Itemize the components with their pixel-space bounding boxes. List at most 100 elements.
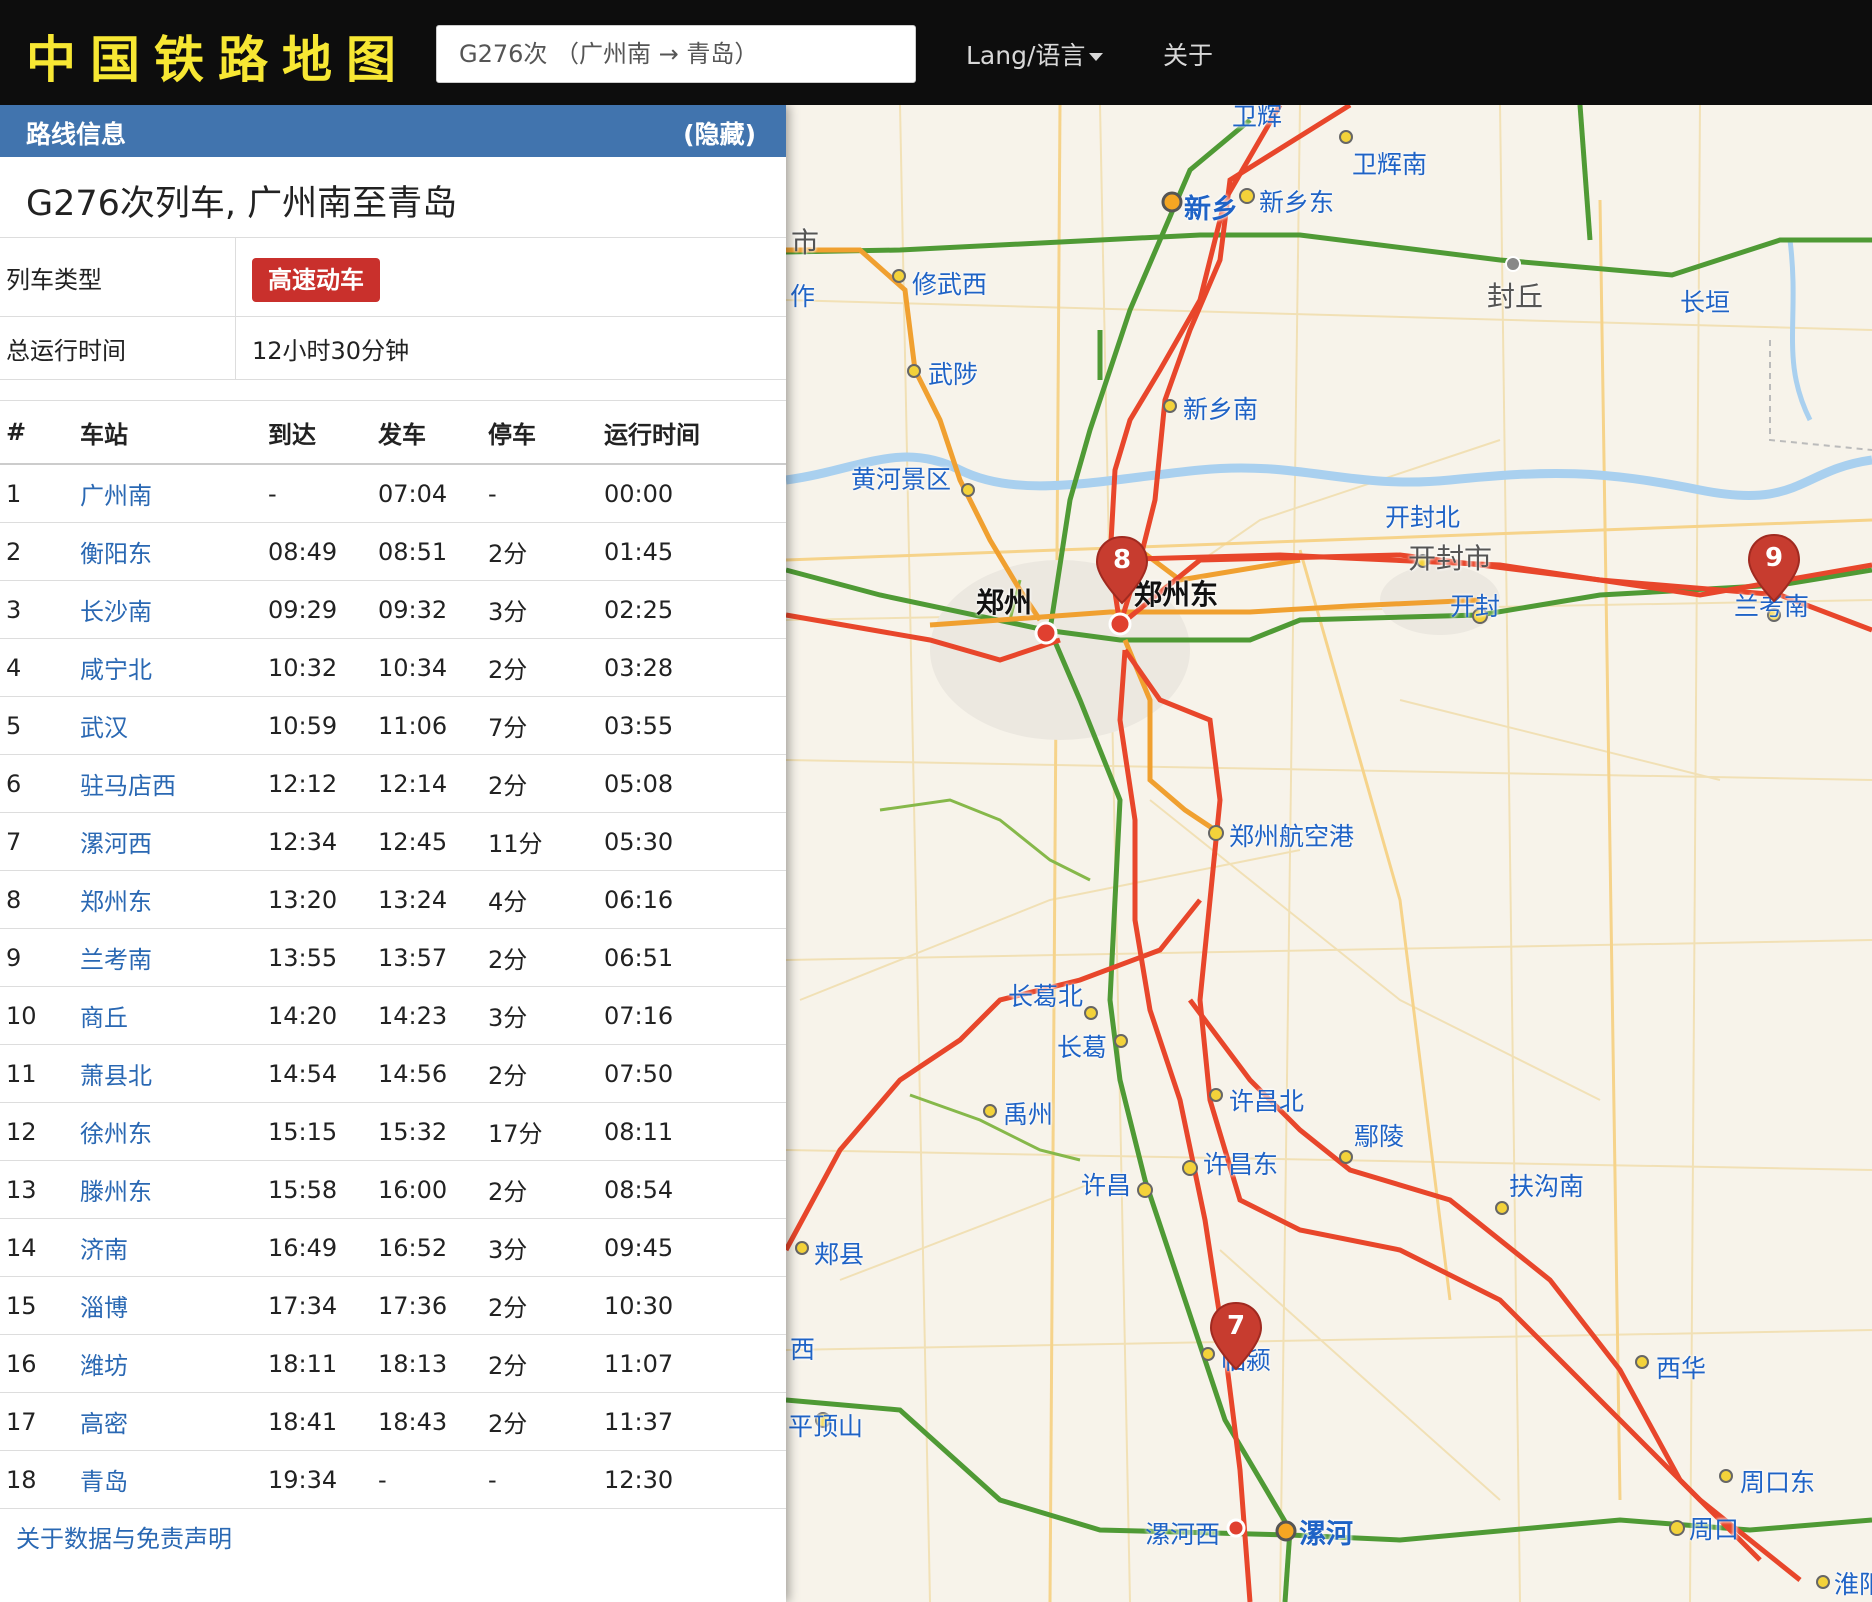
stop-arrive: -: [268, 464, 378, 523]
stop-depart: -: [378, 1450, 488, 1509]
table-row: 18 青岛 19:34- -12:30: [0, 1450, 786, 1509]
stop-arrive: 14:20: [268, 986, 378, 1045]
total-time-row: 总运行时间 12小时30分钟: [0, 317, 786, 380]
stop-station[interactable]: 长沙南: [80, 580, 268, 639]
stop-station[interactable]: 商丘: [80, 986, 268, 1045]
stop-station[interactable]: 高密: [80, 1392, 268, 1451]
stop-index: 14: [0, 1218, 80, 1277]
table-row: 3 长沙南 09:29 09:32 3分 02:25: [0, 580, 786, 639]
stop-arrive: 13:55: [268, 928, 378, 987]
route-info-panel: 路线信息 (隐藏) G276次列车, 广州南至青岛 列车类型 高速动车 总运行时…: [0, 105, 786, 1602]
stop-station[interactable]: 萧县北: [80, 1044, 268, 1103]
col-header-elapsed: 运行时间: [604, 401, 786, 465]
station-label: 卫辉南: [1352, 150, 1428, 179]
stop-arrive: 17:34: [268, 1276, 378, 1335]
station-label: 郑州航空港: [1229, 822, 1355, 851]
stop-depart: 08:51: [378, 522, 488, 581]
stop-elapsed: 00:00: [604, 464, 786, 523]
stop-station[interactable]: 咸宁北: [80, 638, 268, 697]
stop-depart: 16:52: [378, 1218, 488, 1277]
stop-station[interactable]: 潍坊: [80, 1334, 268, 1393]
stop-station[interactable]: 漯河西: [80, 812, 268, 871]
station-label: 长垣: [1680, 288, 1731, 317]
stop-arrive: 12:34: [268, 812, 378, 871]
station-label: 武陟: [928, 360, 979, 389]
stop-arrive: 16:49: [268, 1218, 378, 1277]
stop-elapsed: 11:37: [604, 1392, 786, 1451]
stop-index: 6: [0, 754, 80, 813]
disclaimer-link[interactable]: 关于数据与免责声明: [16, 1519, 232, 1554]
caret-down-icon: [1089, 53, 1104, 61]
route-title: G276次列车, 广州南至青岛: [26, 184, 458, 224]
train-search-input[interactable]: G276次 （广州南 → 青岛）: [436, 25, 916, 83]
table-row: 1 广州南 -07:04-00:00: [0, 464, 786, 523]
stop-index: 16: [0, 1334, 80, 1393]
stop-index: 2: [0, 522, 80, 581]
station-label: 开封: [1450, 592, 1501, 621]
stop-depart: 18:13: [378, 1334, 488, 1393]
stop-depart: 15:32: [378, 1102, 488, 1161]
language-dropdown[interactable]: Lang/语言: [966, 36, 1104, 72]
station-label: 许昌东: [1203, 1150, 1279, 1179]
stop-marker-pin[interactable]: 9: [1747, 533, 1801, 603]
stop-station[interactable]: 济南: [80, 1218, 268, 1277]
site-brand[interactable]: 中国铁路地图: [26, 20, 410, 92]
stop-index: 9: [0, 928, 80, 987]
stop-elapsed: 01:45: [604, 522, 786, 581]
language-label: Lang/语言: [966, 41, 1086, 70]
stop-marker-pin[interactable]: 7: [1209, 1301, 1263, 1371]
stop-elapsed: 10:30: [604, 1276, 786, 1335]
station-label: 开封北: [1385, 503, 1461, 532]
stop-index: 7: [0, 812, 80, 871]
map-edge-label: 作: [790, 282, 816, 311]
stop-station[interactable]: 衡阳东: [80, 522, 268, 581]
stop-duration: 7分: [488, 696, 604, 755]
stop-duration: 2分: [488, 928, 604, 987]
stop-station[interactable]: 广州南: [80, 464, 268, 523]
stop-station[interactable]: 武汉: [80, 696, 268, 755]
table-row: 15 淄博 17:34 17:36 2分 10:30: [0, 1276, 786, 1335]
table-row: 10 商丘 14:20 14:23 3分 07:16: [0, 986, 786, 1045]
marker-number: 8: [1112, 545, 1132, 575]
stop-duration: 2分: [488, 754, 604, 813]
stop-arrive: 19:34: [268, 1450, 378, 1509]
stop-station[interactable]: 青岛: [80, 1450, 268, 1509]
station-label: 扶沟南: [1509, 1172, 1585, 1201]
table-row: 6 驻马店西 12:12 12:14 2分 05:08: [0, 754, 786, 813]
stop-station[interactable]: 淄博: [80, 1276, 268, 1335]
stop-elapsed: 03:28: [604, 638, 786, 697]
stop-depart: 12:14: [378, 754, 488, 813]
stop-arrive: 08:49: [268, 522, 378, 581]
stop-depart: 10:34: [378, 638, 488, 697]
col-header-index: #: [0, 401, 80, 465]
table-row: 11 萧县北 14:54 14:56 2分 07:50: [0, 1044, 786, 1103]
stop-duration: 11分: [488, 812, 604, 871]
stop-arrive: 10:32: [268, 638, 378, 697]
station-label: 西华: [1656, 1354, 1707, 1383]
stop-index: 12: [0, 1102, 80, 1161]
stop-station[interactable]: 滕州东: [80, 1160, 268, 1219]
station-label: 新乡东: [1259, 188, 1335, 217]
table-row: 13 滕州东 15:58 16:00 2分 08:54: [0, 1160, 786, 1219]
marker-number: 9: [1764, 543, 1784, 573]
stop-station[interactable]: 徐州东: [80, 1102, 268, 1161]
table-row: 14 济南 16:49 16:52 3分 09:45: [0, 1218, 786, 1277]
hide-panel-button[interactable]: (隐藏): [683, 115, 756, 151]
about-link[interactable]: 关于: [1163, 36, 1213, 72]
stop-elapsed: 05:08: [604, 754, 786, 813]
stop-index: 18: [0, 1450, 80, 1509]
stop-station[interactable]: 兰考南: [80, 928, 268, 987]
stop-marker-pin[interactable]: 8: [1095, 535, 1149, 605]
station-label: 淮阳: [1834, 1570, 1872, 1599]
stop-duration: -: [488, 1450, 604, 1509]
stop-elapsed: 08:54: [604, 1160, 786, 1219]
stop-elapsed: 07:50: [604, 1044, 786, 1103]
stop-station[interactable]: 郑州东: [80, 870, 268, 929]
table-row: 12 徐州东 15:15 15:32 17分 08:11: [0, 1102, 786, 1161]
stop-depart: 12:45: [378, 812, 488, 871]
stop-duration: 2分: [488, 1334, 604, 1393]
stop-duration: 2分: [488, 638, 604, 697]
stop-station[interactable]: 驻马店西: [80, 754, 268, 813]
station-label: 周口东: [1740, 1468, 1816, 1497]
stop-arrive: 14:54: [268, 1044, 378, 1103]
